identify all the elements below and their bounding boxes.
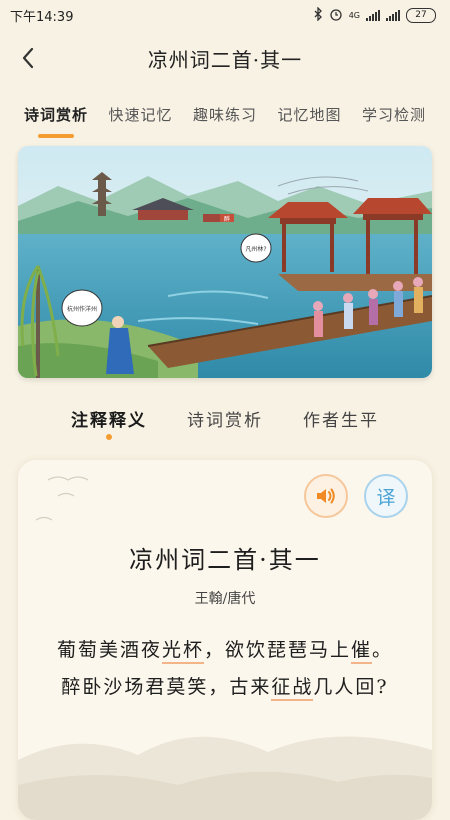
annotated-word[interactable]: 征战 — [271, 676, 314, 701]
tab-quick-memory[interactable]: 快速记忆 — [108, 104, 172, 134]
poem-line-1: 葡萄美酒夜光杯，欲饮琵琶马上催。 — [18, 632, 432, 669]
status-icons: 4G 27 — [313, 5, 436, 24]
poem-author: 王翰/唐代 — [194, 591, 256, 607]
annotated-word[interactable]: 催 — [351, 639, 373, 664]
back-button[interactable] — [14, 44, 42, 72]
top-tab-bar: 诗词赏析 快速记忆 趣味练习 记忆地图 学习检测 — [0, 104, 450, 138]
poem-text: 葡萄美酒夜光杯，欲饮琵琶马上催。 醉卧沙场君莫笑，古来征战几人回? — [18, 632, 432, 706]
nav-bar: 凉州词二首·其一 — [0, 36, 450, 80]
tab-appreciation[interactable]: 诗词赏析 — [187, 406, 263, 446]
status-time: 下午14:39 — [10, 9, 74, 25]
alarm-icon — [329, 7, 343, 24]
hero-sign: 醉 — [224, 215, 230, 223]
tab-notes[interactable]: 注释释义 — [71, 406, 147, 446]
tab-poem-analysis[interactable]: 诗词赏析 — [24, 104, 88, 138]
poem-title: 凉州词二首·其一 — [129, 546, 321, 574]
poem-line-2: 醉卧沙场君莫笑，古来征战几人回? — [18, 669, 432, 706]
network-type: 4G — [348, 10, 360, 20]
bluetooth-icon — [313, 5, 323, 24]
poem-illustration: 杭州作洋州 凡州林? 醉 — [18, 146, 432, 378]
tab-fun-practice[interactable]: 趣味练习 — [193, 104, 257, 134]
translate-button[interactable]: 译 — [364, 474, 408, 518]
signal-icon — [366, 9, 380, 21]
speaker-icon — [317, 488, 335, 504]
status-bar: 下午14:39 4G 27 — [0, 0, 450, 30]
bubble-right-text: 凡州林? — [245, 245, 266, 253]
bubble-left-text: 杭州作洋州 — [67, 305, 97, 313]
chevron-left-icon — [22, 47, 34, 69]
annotated-word[interactable]: 光杯 — [161, 639, 204, 664]
tab-author-bio[interactable]: 作者生平 — [303, 406, 379, 446]
page-title: 凉州词二首·其一 — [147, 47, 303, 72]
tab-learning-test[interactable]: 学习检测 — [362, 104, 426, 134]
translate-label: 译 — [376, 486, 396, 509]
audio-button[interactable] — [304, 474, 348, 518]
content-tab-bar: 注释释义 诗词赏析 作者生平 — [0, 406, 450, 446]
poem-card: 译 凉州词二首·其一 王翰/唐代 葡萄美酒夜光杯，欲饮琵琶马上催。 醉卧沙场君莫… — [18, 460, 432, 820]
signal-icon-2 — [386, 9, 400, 21]
battery-icon: 27 — [406, 7, 436, 23]
tab-memory-map[interactable]: 记忆地图 — [277, 104, 341, 134]
